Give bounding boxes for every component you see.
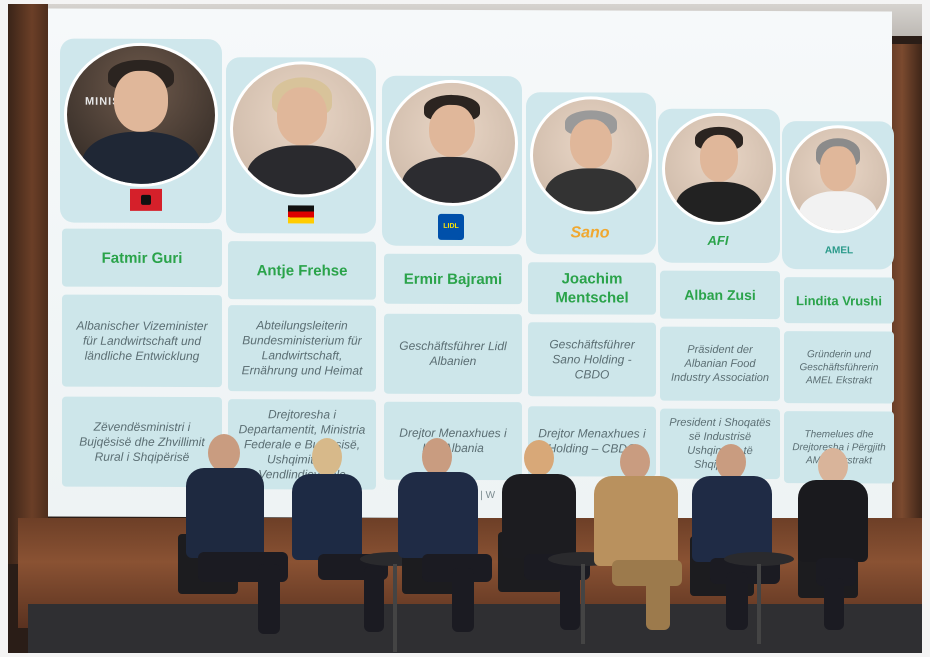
amel-logo-icon: AMEL — [824, 245, 854, 257]
portrait-joachim-mentschel — [530, 96, 652, 215]
panelist-name: Fatmir Guri — [101, 249, 183, 267]
lidl-logo-icon: LIDL — [438, 213, 464, 240]
panelist-name: Alban Zusi — [684, 286, 756, 303]
panelist-on-stage-3 — [382, 438, 502, 638]
name-card-3: Ermir Bajrami — [384, 253, 522, 305]
name-card-4: Joachim Mentschel — [528, 262, 656, 315]
portrait-lindita-vrushi — [786, 125, 890, 234]
name-card-5: Alban Zusi — [660, 270, 780, 320]
panelist-name: Lindita Vrushi — [796, 292, 882, 308]
panelist-name: Joachim Mentschel — [555, 270, 629, 307]
panelist-name: Antje Frehse — [256, 261, 348, 280]
conference-photo: MINIST Fatmir Guri Albanischer Vizeminis… — [8, 4, 922, 653]
title-de-card-5: Präsident der Albanian Food Industry Ass… — [660, 326, 780, 402]
name-card-6: Lindita Vrushi — [784, 277, 894, 324]
title-de-card-6: Gründerin und Geschäftsführerin AMEL Eks… — [784, 331, 894, 404]
wood-wall-left — [8, 4, 48, 564]
panelist-title-de: Geschäftsführer Lidl Albanien — [399, 338, 507, 369]
portrait-fatmir-guri: MINIST — [64, 42, 218, 188]
panelist-on-stage-1 — [168, 434, 288, 644]
germany-flag-icon — [288, 205, 314, 224]
side-table-leg-2 — [581, 564, 585, 644]
panelist-title-de: Geschäftsführer Sano Holding - CBDO — [549, 336, 635, 381]
side-table-leg-3 — [757, 564, 761, 644]
panelist-title-de: Gründerin und Geschäftsführerin AMEL Eks… — [799, 348, 879, 386]
panelist-on-stage-6 — [680, 444, 790, 634]
albania-flag-icon — [130, 188, 162, 211]
panelist-on-stage-2 — [278, 438, 398, 638]
portrait-alban-zusi — [662, 112, 776, 226]
title-de-card-2: Abteilungsleiterin Bundesministerium für… — [228, 305, 376, 392]
panelist-on-stage-7 — [788, 448, 888, 634]
portrait-ermir-bajrami — [386, 79, 518, 207]
name-card-1: Fatmir Guri — [62, 228, 222, 288]
panelist-title-de: Albanischer Vizeminister für Landwirtsch… — [76, 318, 208, 363]
title-de-card-3: Geschäftsführer Lidl Albanien — [384, 313, 522, 395]
panelist-name: Ermir Bajrami — [403, 270, 503, 288]
sano-logo-icon: Sano — [570, 224, 610, 242]
title-de-card-4: Geschäftsführer Sano Holding - CBDO — [528, 322, 656, 397]
afi-logo-icon: AFI — [707, 232, 729, 248]
name-card-2: Antje Frehse — [228, 241, 376, 300]
panelist-title-de: Abteilungsleiterin Bundesministerium für… — [241, 318, 363, 378]
panelist-title-de: Präsident der Albanian Food Industry Ass… — [670, 343, 770, 385]
title-de-card-1: Albanischer Vizeminister für Landwirtsch… — [62, 294, 222, 388]
portrait-antje-frehse — [230, 61, 374, 198]
